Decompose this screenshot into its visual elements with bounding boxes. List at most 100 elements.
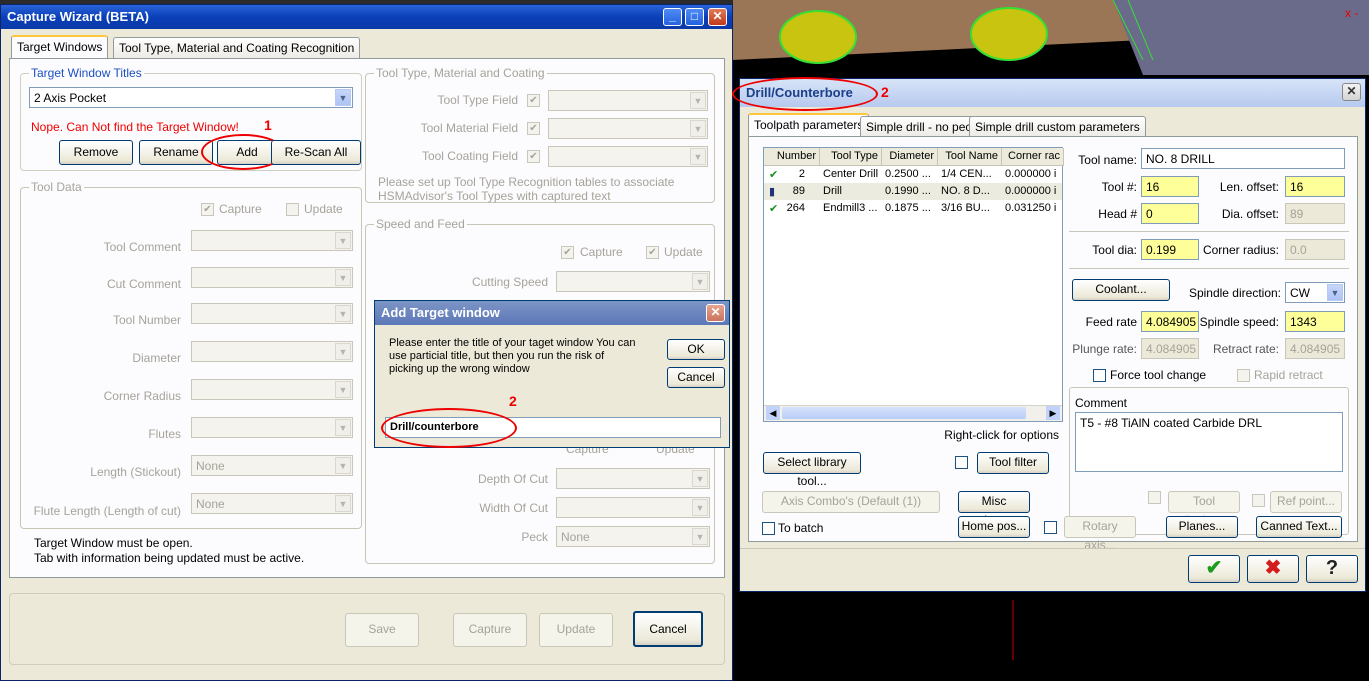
- tool-coating-checkbox[interactable]: ✔: [527, 150, 540, 163]
- planes-button[interactable]: Planes...: [1166, 516, 1238, 538]
- select-library-tool-button[interactable]: Select library tool...: [763, 452, 861, 488]
- column-header[interactable]: Tool Name: [938, 148, 1002, 166]
- tool-type-checkbox[interactable]: ✔: [527, 94, 540, 107]
- add-target-titlebar: Add Target window ✕: [375, 301, 729, 325]
- rotary-axis-button[interactable]: Rotary axis...: [1064, 516, 1136, 552]
- home-pos-button[interactable]: Home pos...: [958, 516, 1030, 538]
- rescan-all-button[interactable]: Re-Scan All: [271, 140, 361, 165]
- tool-grid[interactable]: Number Tool Type Diameter Tool Name Corn…: [763, 147, 1064, 422]
- flutes-select[interactable]: ▼: [191, 417, 353, 438]
- tool-display-button[interactable]: Tool display...: [1168, 491, 1240, 527]
- cancel-x-icon[interactable]: ✖: [1247, 555, 1299, 583]
- plunge-rate-input[interactable]: 4.084905: [1141, 338, 1199, 359]
- tool-data-update-checkbox[interactable]: [286, 203, 299, 216]
- scroll-left-icon[interactable]: ◀: [766, 406, 780, 420]
- error-text: Nope. Can Not find the Target Window!: [31, 120, 239, 134]
- scroll-right-icon[interactable]: ▶: [1046, 406, 1060, 420]
- speed-capture-checkbox[interactable]: ✔: [561, 246, 574, 259]
- tool-dia-input[interactable]: 0.199: [1141, 239, 1199, 260]
- divider: [1069, 268, 1349, 269]
- comment-label: Comment: [1075, 396, 1128, 410]
- length-stickout-select[interactable]: None ▼: [191, 455, 353, 476]
- ref-point-checkbox[interactable]: [1252, 494, 1265, 507]
- save-button[interactable]: Save: [345, 613, 419, 647]
- misc-values-button[interactable]: Misc values...: [958, 491, 1030, 527]
- scrollbar-thumb[interactable]: [782, 407, 1026, 419]
- head-input[interactable]: 0: [1141, 203, 1199, 224]
- cancel-button[interactable]: Cancel: [633, 611, 703, 647]
- cutting-speed-label: Cutting Speed: [471, 275, 548, 289]
- dia-offset-input[interactable]: 89: [1285, 203, 1345, 224]
- capture-button[interactable]: Capture: [453, 613, 527, 647]
- highlight-ellipse: [732, 77, 878, 111]
- divider: [1069, 231, 1349, 232]
- spindle-speed-input[interactable]: 1343: [1285, 311, 1345, 332]
- tool-filter-checkbox[interactable]: [955, 456, 968, 469]
- tool-number-select[interactable]: ▼: [191, 303, 353, 324]
- update-button[interactable]: Update: [539, 613, 613, 647]
- group-label: Tool Data: [29, 180, 84, 194]
- to-batch-checkbox[interactable]: [762, 522, 775, 535]
- depth-of-cut-select[interactable]: ▼: [556, 468, 710, 489]
- corner-radius-input[interactable]: 0.0: [1285, 239, 1345, 260]
- maximize-icon[interactable]: □: [685, 8, 704, 26]
- close-icon[interactable]: ✕: [708, 8, 727, 26]
- rotary-axis-checkbox[interactable]: [1044, 521, 1057, 534]
- remove-button[interactable]: Remove: [59, 140, 133, 165]
- chevron-down-icon: ▼: [335, 305, 351, 322]
- tab-simple-drill[interactable]: Simple drill - no peck: [860, 116, 984, 137]
- rapid-retract-checkbox[interactable]: [1237, 369, 1250, 382]
- ref-point-button[interactable]: Ref point...: [1270, 491, 1342, 513]
- table-row[interactable]: ✔ 264 Endmill3 ... 0.1875 ... 3/16 BU...…: [764, 200, 1062, 217]
- close-icon[interactable]: ✕: [706, 304, 725, 322]
- cut-comment-select[interactable]: ▼: [191, 267, 353, 288]
- tool-comment-select[interactable]: ▼: [191, 230, 353, 251]
- tool-filter-button[interactable]: Tool filter: [977, 452, 1049, 474]
- column-header[interactable]: Diameter: [882, 148, 938, 166]
- cancel-button[interactable]: Cancel: [667, 367, 725, 388]
- table-row[interactable]: ▮ 89 Drill 0.1990 ... NO. 8 D... 0.00000…: [764, 183, 1062, 200]
- tool-data-capture-checkbox[interactable]: ✔: [201, 203, 214, 216]
- corner-radius-select[interactable]: ▼: [191, 379, 353, 400]
- horizontal-scrollbar[interactable]: ◀ ▶: [764, 405, 1062, 421]
- coolant-button[interactable]: Coolant...: [1072, 279, 1170, 301]
- help-icon[interactable]: ?: [1306, 555, 1358, 583]
- spindle-direction-select[interactable]: CW ▼: [1285, 282, 1345, 303]
- tab-target-windows[interactable]: Target Windows: [11, 35, 109, 58]
- tool-coating-select[interactable]: ▼: [548, 146, 708, 167]
- retract-rate-input[interactable]: 4.084905: [1285, 338, 1345, 359]
- diameter-select[interactable]: ▼: [191, 341, 353, 362]
- tool-name-input[interactable]: NO. 8 DRILL: [1141, 148, 1345, 169]
- tab-simple-drill-custom[interactable]: Simple drill custom parameters: [969, 116, 1146, 137]
- speed-update-checkbox[interactable]: ✔: [646, 246, 659, 259]
- table-row[interactable]: ✔ 2 Center Drill 0.2500 ... 1/4 CEN... 0…: [764, 166, 1062, 183]
- ok-check-icon[interactable]: ✔: [1188, 555, 1240, 583]
- tool-display-checkbox[interactable]: [1148, 491, 1161, 504]
- feed-rate-input[interactable]: 4.084905: [1141, 311, 1199, 332]
- tab-toolpath-parameters[interactable]: Toolpath parameters: [748, 113, 870, 136]
- tab-recognition[interactable]: Tool Type, Material and Coating Recognit…: [113, 37, 361, 58]
- axis-combo-button[interactable]: Axis Combo's (Default (1)): [762, 491, 940, 513]
- width-of-cut-select[interactable]: ▼: [556, 497, 710, 518]
- len-offset-input[interactable]: 16: [1285, 176, 1345, 197]
- capture-label: Capture: [219, 202, 262, 216]
- cut-comment-label: Cut Comment: [106, 277, 181, 291]
- force-tool-change-checkbox[interactable]: [1093, 369, 1106, 382]
- target-window-select[interactable]: 2 Axis Pocket ▼: [29, 87, 353, 108]
- column-header[interactable]: Number: [764, 148, 820, 166]
- comment-textarea[interactable]: T5 - #8 TiAlN coated Carbide DRL: [1075, 412, 1343, 472]
- canned-text-button[interactable]: Canned Text...: [1256, 516, 1342, 538]
- column-header[interactable]: Corner rac: [1002, 148, 1064, 166]
- ok-button[interactable]: OK: [667, 339, 725, 360]
- flute-length-select[interactable]: None ▼: [191, 493, 353, 514]
- tool-material-select[interactable]: ▼: [548, 118, 708, 139]
- peck-select[interactable]: None ▼: [556, 526, 710, 547]
- tool-num-input[interactable]: 16: [1141, 176, 1199, 197]
- tool-type-select[interactable]: ▼: [548, 90, 708, 111]
- close-icon[interactable]: ✕: [1342, 83, 1361, 101]
- column-header[interactable]: Tool Type: [820, 148, 882, 166]
- cell-corner: 0.000000 i: [1005, 185, 1057, 197]
- minimize-icon[interactable]: _: [663, 8, 682, 26]
- tool-material-checkbox[interactable]: ✔: [527, 122, 540, 135]
- cutting-speed-select[interactable]: ▼: [556, 271, 710, 292]
